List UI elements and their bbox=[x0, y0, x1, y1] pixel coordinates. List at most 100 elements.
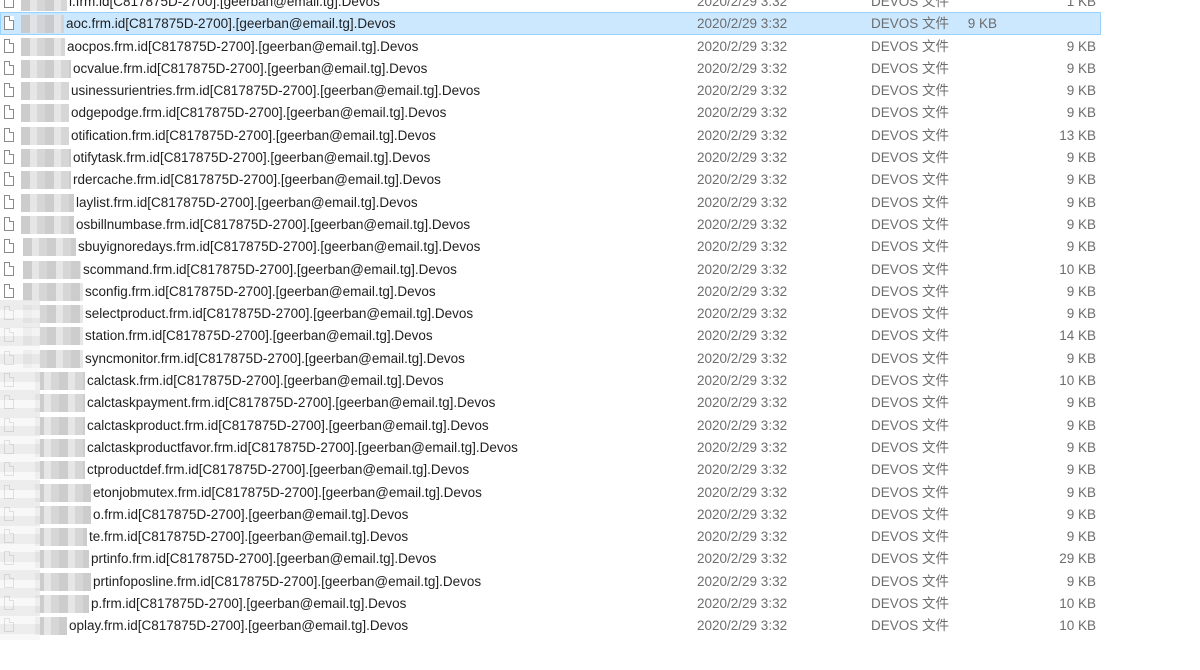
file-date: 2020/2/29 3:32 bbox=[697, 573, 788, 589]
redacted-name-prefix bbox=[35, 461, 85, 480]
file-date: 2020/2/29 3:32 bbox=[697, 38, 788, 54]
file-date: 2020/2/29 3:32 bbox=[697, 506, 788, 522]
file-type: DEVOS 文件 bbox=[871, 283, 950, 299]
file-row[interactable]: odgepodge.frm.id[C817875D-2700].[geerban… bbox=[0, 101, 1200, 123]
redacted-name-prefix bbox=[21, 171, 71, 190]
file-row[interactable]: sbuyignoredays.frm.id[C817875D-2700].[ge… bbox=[0, 235, 1200, 257]
file-name: odgepodge.frm.id[C817875D-2700].[geerban… bbox=[71, 105, 447, 121]
file-row[interactable]: aocpos.frm.id[C817875D-2700].[geerban@em… bbox=[0, 35, 1200, 57]
file-row[interactable]: ctproductdef.frm.id[C817875D-2700].[geer… bbox=[0, 458, 1200, 480]
redacted-name-prefix bbox=[21, 59, 71, 78]
file-size: 9 KB bbox=[1066, 216, 1096, 232]
file-row[interactable]: o.frm.id[C817875D-2700].[geerban@email.t… bbox=[0, 503, 1200, 525]
file-row[interactable]: l.frm.id[C817875D-2700].[geerban@email.t… bbox=[0, 0, 1200, 12]
file-icon bbox=[4, 216, 14, 231]
file-size: 13 KB bbox=[1059, 127, 1096, 143]
file-size: 9 KB bbox=[1066, 60, 1096, 76]
file-row[interactable]: etonjobmutex.frm.id[C817875D-2700].[geer… bbox=[0, 481, 1200, 503]
file-type: DEVOS 文件 bbox=[871, 306, 950, 322]
file-icon bbox=[4, 194, 14, 209]
file-row[interactable]: calctaskpayment.frm.id[C817875D-2700].[g… bbox=[0, 391, 1200, 413]
file-name: sconfig.frm.id[C817875D-2700].[geerban@e… bbox=[85, 283, 436, 299]
file-name: calctaskproductfavor.frm.id[C817875D-270… bbox=[87, 439, 518, 455]
file-type: DEVOS 文件 bbox=[871, 127, 950, 143]
file-name: p.frm.id[C817875D-2700].[geerban@email.t… bbox=[91, 596, 407, 612]
redacted-name-prefix bbox=[23, 282, 83, 301]
file-list: l.frm.id[C817875D-2700].[geerban@email.t… bbox=[0, 0, 1200, 637]
file-date: 2020/2/29 3:32 bbox=[697, 150, 788, 166]
file-row[interactable]: station.frm.id[C817875D-2700].[geerban@e… bbox=[0, 324, 1200, 346]
redacted-name-prefix bbox=[21, 193, 74, 212]
file-size: 9 KB bbox=[1066, 484, 1096, 500]
file-date: 2020/2/29 3:32 bbox=[697, 127, 788, 143]
file-name: syncmonitor.frm.id[C817875D-2700].[geerb… bbox=[85, 350, 465, 366]
file-date: 2020/2/29 3:32 bbox=[697, 350, 788, 366]
file-name: rdercache.frm.id[C817875D-2700].[geerban… bbox=[73, 172, 441, 188]
file-date: 2020/2/29 3:32 bbox=[697, 328, 788, 344]
file-row[interactable]: scommand.frm.id[C817875D-2700].[geerban@… bbox=[0, 258, 1200, 280]
file-row[interactable]: te.frm.id[C817875D-2700].[geerban@email.… bbox=[0, 525, 1200, 547]
file-name: scommand.frm.id[C817875D-2700].[geerban@… bbox=[83, 261, 457, 277]
file-row[interactable]: rdercache.frm.id[C817875D-2700].[geerban… bbox=[0, 168, 1200, 190]
file-row[interactable]: calctask.frm.id[C817875D-2700].[geerban@… bbox=[0, 369, 1200, 391]
file-type: DEVOS 文件 bbox=[871, 439, 950, 455]
file-row[interactable]: otifytask.frm.id[C817875D-2700].[geerban… bbox=[0, 146, 1200, 168]
file-size: 9 KB bbox=[1066, 395, 1096, 411]
file-row[interactable]: selectproduct.frm.id[C817875D-2700].[gee… bbox=[0, 302, 1200, 324]
file-row[interactable]: osbillnumbase.frm.id[C817875D-2700].[gee… bbox=[0, 213, 1200, 235]
file-size: 9 KB bbox=[1066, 172, 1096, 188]
redacted-name-prefix bbox=[21, 104, 69, 123]
file-date: 2020/2/29 3:32 bbox=[697, 417, 788, 433]
file-type: DEVOS 文件 bbox=[871, 350, 950, 366]
file-type: DEVOS 文件 bbox=[871, 462, 950, 478]
file-row[interactable]: prtinfo.frm.id[C817875D-2700].[geerban@e… bbox=[0, 547, 1200, 569]
file-type: DEVOS 文件 bbox=[871, 83, 950, 99]
file-type: DEVOS 文件 bbox=[871, 395, 950, 411]
file-row[interactable]: oplay.frm.id[C817875D-2700].[geerban@ema… bbox=[0, 614, 1200, 636]
file-size: 10 KB bbox=[1059, 596, 1096, 612]
file-row[interactable]: ocvalue.frm.id[C817875D-2700].[geerban@e… bbox=[0, 57, 1200, 79]
redacted-name-prefix bbox=[35, 372, 85, 391]
file-name: laylist.frm.id[C817875D-2700].[geerban@e… bbox=[76, 194, 418, 210]
file-size: 14 KB bbox=[1059, 328, 1096, 344]
file-name: otifytask.frm.id[C817875D-2700].[geerban… bbox=[73, 150, 431, 166]
file-row[interactable]: calctaskproductfavor.frm.id[C817875D-270… bbox=[0, 436, 1200, 458]
redacted-name-prefix bbox=[23, 260, 81, 279]
file-icon bbox=[4, 16, 14, 31]
file-size: 9 KB bbox=[1066, 83, 1096, 99]
redacted-name-prefix bbox=[21, 37, 65, 56]
file-size: 9 KB bbox=[1066, 105, 1096, 121]
file-row[interactable]: otification.frm.id[C817875D-2700].[geerb… bbox=[0, 124, 1200, 146]
file-name: osbillnumbase.frm.id[C817875D-2700].[gee… bbox=[76, 216, 471, 232]
file-type: DEVOS 文件 bbox=[871, 328, 950, 344]
file-row[interactable]: aoc.frm.id[C817875D-2700].[geerban@email… bbox=[0, 12, 1101, 35]
file-name: otification.frm.id[C817875D-2700].[geerb… bbox=[71, 127, 436, 143]
file-row[interactable]: p.frm.id[C817875D-2700].[geerban@email.t… bbox=[0, 592, 1200, 614]
redacted-name-prefix bbox=[35, 550, 89, 569]
file-name: o.frm.id[C817875D-2700].[geerban@email.t… bbox=[93, 506, 409, 522]
file-type: DEVOS 文件 bbox=[871, 618, 950, 634]
file-type: DEVOS 文件 bbox=[871, 216, 950, 232]
redacted-name-prefix bbox=[35, 572, 91, 591]
redacted-name-prefix bbox=[21, 15, 64, 34]
file-date: 2020/2/29 3:32 bbox=[697, 618, 788, 634]
file-date: 2020/2/29 3:32 bbox=[697, 373, 788, 389]
file-name: etonjobmutex.frm.id[C817875D-2700].[geer… bbox=[93, 484, 482, 500]
file-row[interactable]: prtinfoposline.frm.id[C817875D-2700].[ge… bbox=[0, 570, 1200, 592]
redacted-name-prefix bbox=[21, 0, 67, 11]
file-icon bbox=[4, 0, 14, 8]
file-type: DEVOS 文件 bbox=[871, 150, 950, 166]
file-row[interactable]: sconfig.frm.id[C817875D-2700].[geerban@e… bbox=[0, 280, 1200, 302]
file-name: calctaskpayment.frm.id[C817875D-2700].[g… bbox=[87, 395, 496, 411]
file-size: 9 KB bbox=[1066, 529, 1096, 545]
file-row[interactable]: calctaskproduct.frm.id[C817875D-2700].[g… bbox=[0, 414, 1200, 436]
file-size: 29 KB bbox=[1059, 551, 1096, 567]
file-row[interactable]: syncmonitor.frm.id[C817875D-2700].[geerb… bbox=[0, 347, 1200, 369]
redacted-name-prefix bbox=[35, 595, 89, 614]
file-size: 9 KB bbox=[967, 16, 997, 32]
file-size: 10 KB bbox=[1059, 373, 1096, 389]
file-size: 9 KB bbox=[1066, 506, 1096, 522]
file-name: l.frm.id[C817875D-2700].[geerban@email.t… bbox=[69, 0, 380, 9]
file-row[interactable]: laylist.frm.id[C817875D-2700].[geerban@e… bbox=[0, 191, 1200, 213]
file-row[interactable]: usinessurientries.frm.id[C817875D-2700].… bbox=[0, 79, 1200, 101]
